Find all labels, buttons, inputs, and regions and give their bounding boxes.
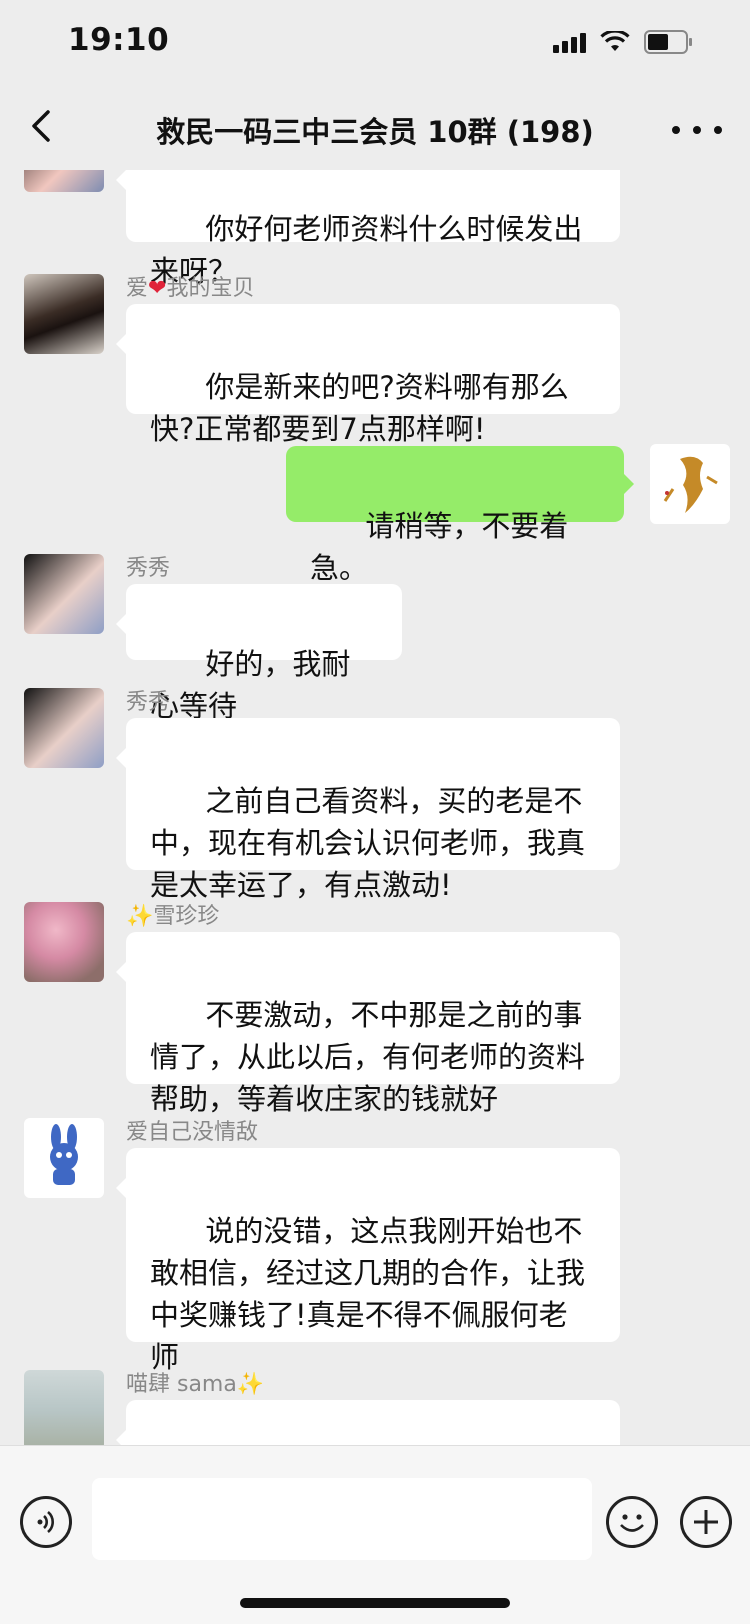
message-bubble[interactable]: 好的，我耐心等待 bbox=[116, 584, 402, 723]
status-bar: 19:10 bbox=[0, 0, 750, 88]
plus-icon bbox=[694, 1510, 718, 1534]
message-bubble[interactable]: 你是新来的吧?资料哪有那么快?正常都要到7点那样啊! bbox=[116, 304, 620, 446]
red-heart-icon: ❤ bbox=[148, 276, 167, 301]
avatar[interactable] bbox=[24, 902, 104, 982]
home-indicator[interactable] bbox=[240, 1598, 510, 1608]
nav-bar: 救民一码三中三会员 10群 (198) bbox=[0, 88, 750, 170]
message-bubble[interactable]: 说的没错，这点我刚开始也不敢相信，经过这几期的合作，让我中奖赚钱了!真是不得不佩… bbox=[116, 1148, 620, 1374]
emoji-button[interactable] bbox=[606, 1496, 658, 1548]
status-time: 19:10 bbox=[68, 22, 170, 58]
avatar[interactable] bbox=[24, 274, 104, 354]
message-bubble[interactable]: 不要激动，不中那是之前的事情了，从此以后，有何老师的资料帮助，等着收庄家的钱就好 bbox=[116, 932, 620, 1116]
voice-button[interactable] bbox=[20, 1496, 72, 1548]
avatar[interactable] bbox=[24, 554, 104, 634]
signal-icon bbox=[553, 31, 586, 53]
avatar[interactable] bbox=[650, 444, 730, 524]
avatar[interactable] bbox=[24, 1370, 104, 1445]
emoji-icon bbox=[620, 1514, 644, 1532]
message-bubble[interactable]: 你好何老师资料什么时候发出来呀？ bbox=[116, 170, 620, 288]
wifi-icon bbox=[600, 31, 630, 51]
input-bar bbox=[0, 1445, 750, 1624]
sender-name: 爱❤我的宝贝 bbox=[126, 276, 255, 301]
more-dots-icon bbox=[672, 126, 680, 134]
message-text: 好的，我耐心等待 bbox=[150, 647, 351, 723]
chat-title: 救民一码三中三会员 10群 (198) bbox=[156, 115, 594, 149]
sender-name: 爱自己没情敌 bbox=[126, 1120, 259, 1145]
message-list[interactable]: 你好何老师资料什么时候发出来呀？ 爱❤我的宝贝 你是新来的吧?资料哪有那么快?正… bbox=[0, 170, 750, 1445]
battery-icon bbox=[644, 30, 692, 54]
status-icons bbox=[553, 30, 692, 54]
plus-button[interactable] bbox=[680, 1496, 732, 1548]
message-text: 请稍等，不要着急。 bbox=[310, 509, 569, 585]
sender-name: 秀秀 bbox=[126, 690, 171, 715]
message-text: 你是新来的吧?资料哪有那么快?正常都要到7点那样啊! bbox=[150, 370, 569, 446]
sender-name: 秀秀 bbox=[126, 556, 171, 581]
message-bubble[interactable]: 请稍等，不要着急。 bbox=[286, 446, 634, 585]
more-button[interactable] bbox=[672, 110, 722, 150]
avatar[interactable] bbox=[24, 170, 104, 192]
avatar[interactable] bbox=[24, 688, 104, 768]
message-input[interactable] bbox=[92, 1478, 592, 1560]
message-bubble[interactable] bbox=[116, 1400, 620, 1445]
voice-icon bbox=[37, 1511, 54, 1533]
sender-name: ✨雪珍珍 bbox=[126, 904, 220, 929]
bunny-avatar-icon bbox=[50, 1124, 78, 1185]
sender-name: 喵肆 sama✨ bbox=[126, 1372, 265, 1397]
message-text: 不要激动，不中那是之前的事情了，从此以后，有何老师的资料帮助，等着收庄家的钱就好 bbox=[150, 998, 586, 1116]
message-text: 之前自己看资料，买的老是不中，现在有机会认识何老师，我真是太幸运了，有点激动! bbox=[150, 784, 586, 902]
message-bubble[interactable]: 之前自己看资料，买的老是不中，现在有机会认识何老师，我真是太幸运了，有点激动! bbox=[116, 718, 620, 902]
avatar[interactable] bbox=[24, 1118, 104, 1198]
logo-avatar-icon bbox=[663, 456, 718, 513]
message-text: 说的没错，这点我刚开始也不敢相信，经过这几期的合作，让我中奖赚钱了!真是不得不佩… bbox=[150, 1214, 586, 1374]
